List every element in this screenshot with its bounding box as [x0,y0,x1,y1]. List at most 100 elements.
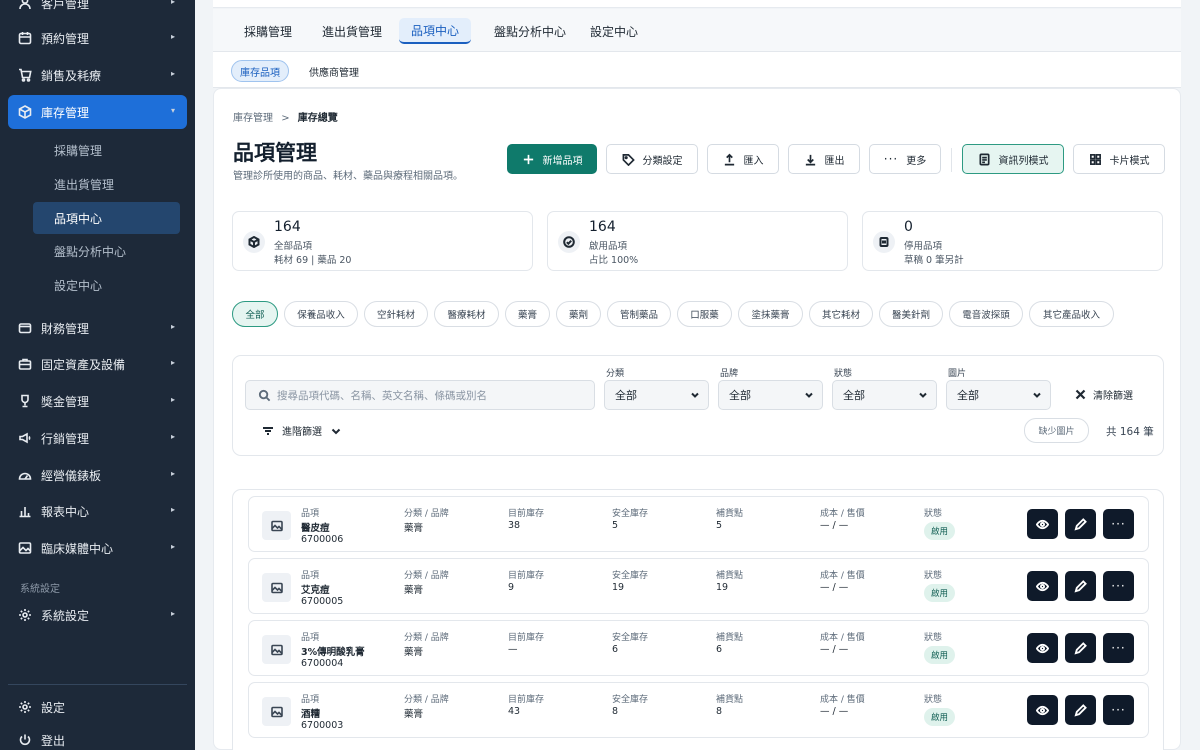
sidebar-item-label: 設定 [41,700,66,715]
import-label: 匯入 [743,155,764,167]
select-value: 全部 [843,389,865,402]
sidebar-item-reports[interactable]: 報表中心 ▸ [8,494,187,528]
box-icon [18,105,32,119]
category-settings-button[interactable]: 分類設定 [606,144,698,174]
table-row[interactable]: 品項 酒糟 6700003 分類 / 品牌 藥膏 目前庫存 43 安全庫存 8 … [248,682,1149,738]
view-button[interactable] [1027,695,1058,725]
item-cost-price: — / — [820,582,849,593]
tab-settings[interactable]: 設定中心 [583,18,645,44]
export-button[interactable]: 匯出 [788,144,860,174]
page-title: 品項管理 [233,141,317,165]
sidebar-item-appointments[interactable]: 預約管理 ▸ [8,21,187,55]
search-input[interactable]: 搜尋品項代碼、名稱、英文名稱、條碼或別名 [245,380,595,410]
card-mode-button[interactable]: 卡片模式 [1073,144,1165,174]
advanced-filter-label: 進階篩選 [282,427,322,438]
chevron-right-icon: ▸ [170,32,175,41]
tab-items-center[interactable]: 品項中心 [399,18,471,44]
chip-oral-drugs[interactable]: 口服藥 [677,301,732,327]
safety-cell: 安全庫存 6 [612,630,648,658]
status-select[interactable]: 全部 [832,380,937,410]
sidebar-sub-purchase[interactable]: 採購管理 [33,134,180,166]
chip-other-supplies[interactable]: 其它耗材 [809,301,873,327]
chip-syringe[interactable]: 空針耗材 [364,301,428,327]
sidebar-item-bonus[interactable]: 獎金管理 ▸ [8,384,187,418]
item-category: 藥膏 [404,523,424,534]
chip-rf-probe[interactable]: 電音波探頭 [949,301,1023,327]
tab-stocktake[interactable]: 盤點分析中心 [483,18,577,44]
category-select[interactable]: 全部 [604,380,709,410]
sidebar-item-inventory[interactable]: 庫存管理 ▾ [8,95,187,129]
tab-shipping[interactable]: 進出貨管理 [313,18,391,44]
add-item-button[interactable]: 新增品項 [507,144,597,174]
filter-lines-icon [263,426,273,435]
column-label: 狀態 [924,509,943,519]
table-row[interactable]: 品項 3%傳明酸乳膏 6700004 分類 / 品牌 藥膏 目前庫存 — 安全庫… [248,620,1149,676]
sidebar-item-finance[interactable]: 財務管理 ▸ [8,311,187,345]
sidebar-footer-settings[interactable]: 設定 [8,690,187,724]
sidebar-sub-items-center[interactable]: 品項中心 [33,202,180,234]
item-name: 酒糟 [301,709,321,720]
sidebar-sub-shipping[interactable]: 進出貨管理 [33,168,180,200]
chip-other-products[interactable]: 其它產品收入 [1029,301,1114,327]
stock-cell: 目前庫存 — [508,630,544,658]
chevron-right-icon: ▸ [170,432,175,441]
chip-skincare[interactable]: 保養品收入 [284,301,358,327]
column-label: 分類 / 品牌 [404,571,449,581]
list-mode-button[interactable]: 資訊列模式 [962,144,1064,174]
sidebar-item-customers[interactable]: 客戶管理 ▸ [8,0,187,20]
sidebar-sub-stocktake[interactable]: 盤點分析中心 [33,235,180,267]
sidebar-sub-settings[interactable]: 設定中心 [33,269,180,301]
sidebar-item-label: 報表中心 [41,504,90,519]
row-more-button[interactable]: ··· [1103,509,1134,539]
sidebar-item-media[interactable]: 臨床媒體中心 ▸ [8,531,187,565]
chip-medical-supplies[interactable]: 醫療耗材 [434,301,499,327]
sidebar-item-marketing[interactable]: 行銷管理 ▸ [8,421,187,455]
chevron-down-icon [331,428,341,434]
view-button[interactable] [1027,509,1058,539]
chip-medicine[interactable]: 藥劑 [556,301,601,327]
item-reorder-point: 8 [716,706,723,717]
advanced-filter-toggle[interactable]: 進階篩選 [262,423,342,438]
edit-button[interactable] [1065,633,1096,663]
item-category: 藥膏 [404,709,424,720]
chip-ointment[interactable]: 藥膏 [505,301,550,327]
chip-all[interactable]: 全部 [232,301,278,327]
chip-controlled-drugs[interactable]: 管制藥品 [607,301,671,327]
missing-image-chip[interactable]: 缺少圖片 [1024,418,1089,443]
subtab-suppliers[interactable]: 供應商管理 [301,60,367,82]
clear-filters-button[interactable]: 清除篩選 [1075,387,1133,402]
breadcrumb-parent[interactable]: 庫存管理 [233,113,273,124]
edit-button[interactable] [1065,695,1096,725]
edit-button[interactable] [1065,509,1096,539]
stat-label: 停用品項 [904,241,943,252]
tab-purchase[interactable]: 採購管理 [235,18,301,44]
table-row[interactable]: 品項 醫皮痘 6700006 分類 / 品牌 藥膏 目前庫存 38 安全庫存 5… [248,496,1149,552]
ellipsis-icon: ··· [1111,517,1126,531]
chevron-right-icon: ▸ [170,609,175,618]
sidebar-item-assets[interactable]: 固定資產及設備 ▸ [8,347,187,381]
sidebar-item-sales[interactable]: 銷售及耗療 ▸ [8,58,187,92]
column-label: 安全庫存 [612,633,649,643]
view-button[interactable] [1027,633,1058,663]
column-label: 分類 / 品牌 [404,695,449,705]
edit-button[interactable] [1065,571,1096,601]
export-label: 匯出 [824,155,845,167]
more-button[interactable]: ··· 更多 [869,144,941,174]
image-select[interactable]: 全部 [946,380,1051,410]
calendar-icon [18,31,32,45]
sidebar-item-system-settings[interactable]: 系統設定 ▸ [8,598,187,632]
sidebar-item-dashboard[interactable]: 經營儀錶板 ▸ [8,458,187,492]
table-row[interactable]: 品項 艾克痘 6700005 分類 / 品牌 藥膏 目前庫存 9 安全庫存 19… [248,558,1149,614]
chip-aesthetic-injection[interactable]: 醫美針劑 [879,301,943,327]
row-more-button[interactable]: ··· [1103,633,1134,663]
item-name: 3%傳明酸乳膏 [301,647,365,658]
subtab-stock-items[interactable]: 庫存品項 [231,60,289,82]
chip-topical[interactable]: 塗抹藥膏 [738,301,803,327]
sidebar-footer-logout[interactable]: 登出 [8,723,187,750]
row-more-button[interactable]: ··· [1103,571,1134,601]
row-more-button[interactable]: ··· [1103,695,1134,725]
stat-value: 0 [904,219,913,235]
brand-select[interactable]: 全部 [718,380,823,410]
import-button[interactable]: 匯入 [707,144,779,174]
view-button[interactable] [1027,571,1058,601]
